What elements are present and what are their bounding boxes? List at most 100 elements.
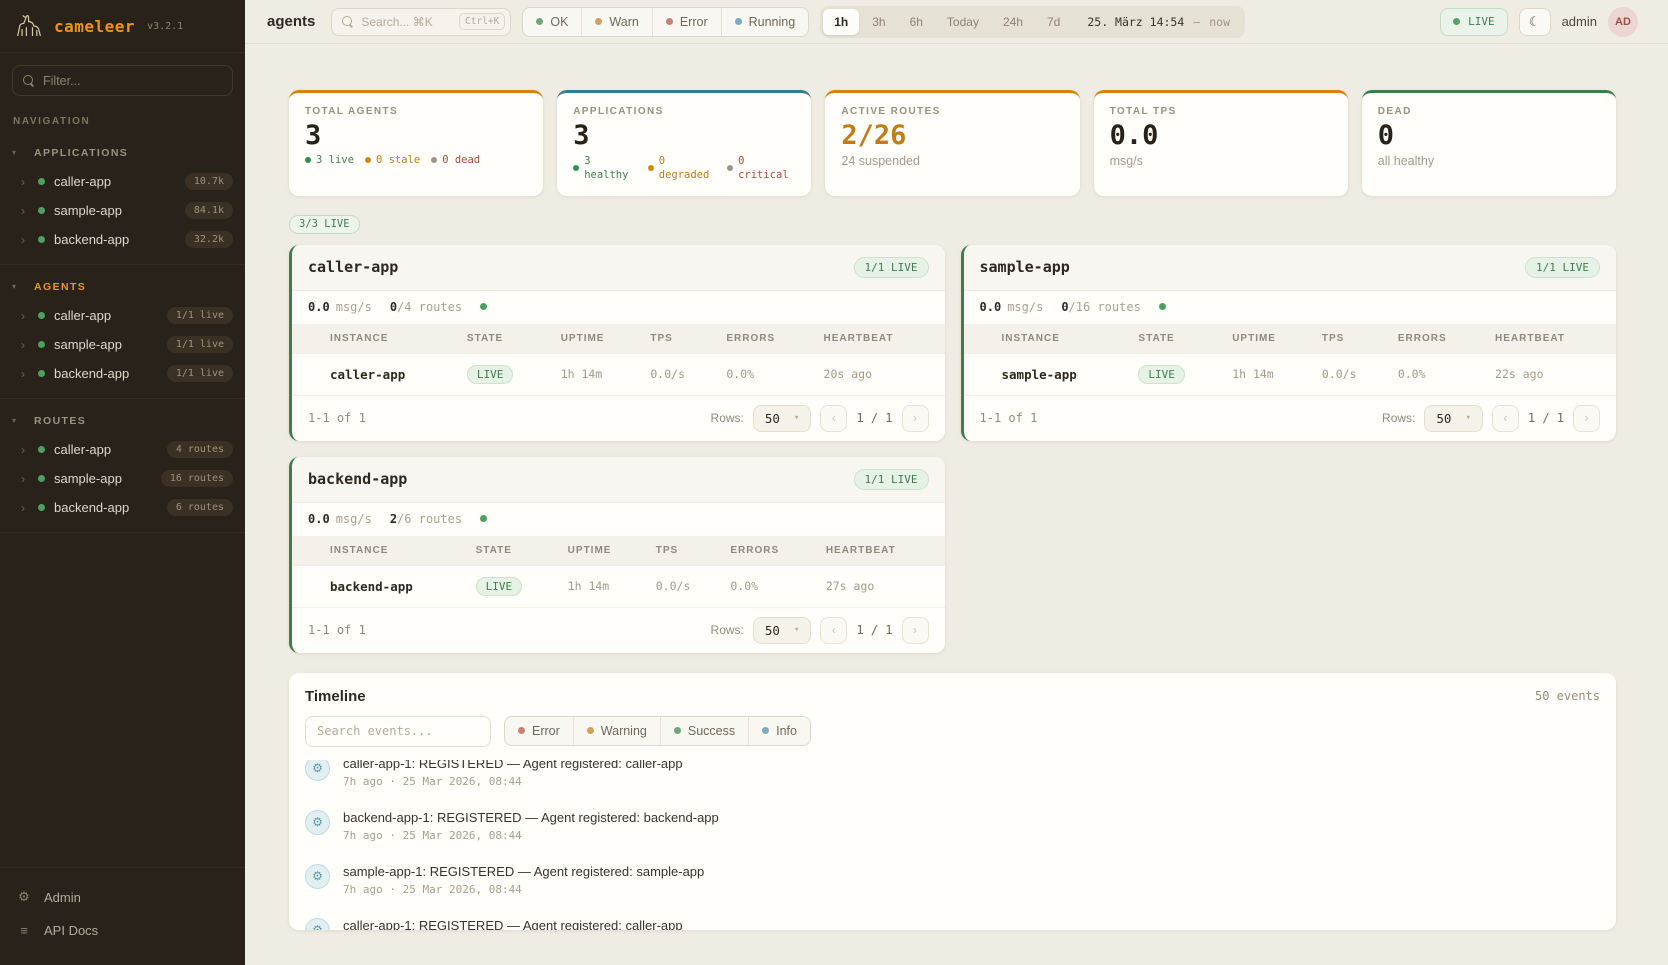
timeline-filter-warning[interactable]: Warning: [573, 717, 660, 745]
timeline-card: Timeline 50 events Error Warning: [289, 673, 1616, 930]
stat-label: APPLICATIONS: [573, 106, 795, 117]
timeline-event[interactable]: ⚙ sample-app-1: REGISTERED — Agent regis…: [305, 853, 1600, 907]
prev-page-button[interactable]: ‹: [820, 617, 847, 644]
theme-toggle-button[interactable]: ☾: [1519, 8, 1551, 36]
table-row[interactable]: caller-app LIVE 1h 14m 0.0/s 0.0% 20s ag…: [292, 353, 945, 395]
navigation-label: NAVIGATION: [0, 100, 245, 131]
rows-per-page-select[interactable]: 50 ▾: [753, 405, 811, 432]
sidebar-item-sample-app[interactable]: › sample-app 1/1 live: [0, 330, 245, 359]
status-filter-error[interactable]: Error: [652, 8, 721, 36]
cell-tps: 0.0/s: [642, 353, 718, 395]
tps-unit: msg/s: [1007, 300, 1043, 314]
search-icon: [23, 75, 35, 87]
caret-down-icon: ▾: [12, 149, 16, 157]
live-dot: [1453, 18, 1460, 25]
timeline-filter-label: Info: [776, 724, 797, 738]
time-range-24h[interactable]: 24h: [992, 9, 1034, 35]
routes-total: /16 routes: [1069, 300, 1141, 314]
tps-value: 0.0: [980, 300, 1002, 314]
global-search-input[interactable]: [361, 15, 447, 29]
routes-total: /4 routes: [397, 300, 462, 314]
sidebar: cameleer v3.2.1 NAVIGATION ▾ APPLICATION…: [0, 0, 245, 965]
status-filter-running[interactable]: Running: [721, 8, 809, 36]
chevron-right-icon: ›: [913, 623, 917, 637]
section-label: APPLICATIONS: [34, 147, 128, 159]
chevron-right-icon: ›: [21, 339, 29, 351]
time-range-3h[interactable]: 3h: [861, 9, 896, 35]
sidebar-footer: ⚙ Admin ≡ API Docs: [0, 867, 245, 965]
timeline-filter-success[interactable]: Success: [660, 717, 748, 745]
sidebar-item-caller-app[interactable]: › caller-app 1/1 live: [0, 301, 245, 330]
gear-event-icon: ⚙: [305, 810, 330, 835]
chevron-right-icon: ›: [21, 444, 29, 456]
table-row[interactable]: backend-app LIVE 1h 14m 0.0/s 0.0% 27s a…: [292, 565, 945, 607]
sidebar-item-sample-app[interactable]: › sample-app 84.1k: [0, 196, 245, 225]
prev-page-button[interactable]: ‹: [820, 405, 847, 432]
agent-card-caller-app: caller-app 1/1 LIVE 0.0 msg/s 0 /4 route…: [289, 245, 945, 441]
sidebar-item-backend-app[interactable]: › backend-app 32.2k: [0, 225, 245, 254]
item-badge: 84.1k: [185, 202, 233, 219]
rows-label: Rows:: [711, 411, 744, 425]
footer-item-label: Admin: [44, 890, 81, 905]
time-range-6h[interactable]: 6h: [899, 9, 934, 35]
timeline-event-list[interactable]: ⚙ caller-app-1: REGISTERED — Agent regis…: [289, 760, 1616, 930]
main-content: TOTAL AGENTS 3 3 live 0 stale 0 dead APP…: [245, 44, 1668, 965]
brand-name: cameleer: [54, 17, 135, 36]
chevron-left-icon: ‹: [832, 411, 836, 425]
error-status-dot: [518, 727, 525, 734]
stat-value: 2/26: [841, 120, 1063, 151]
sidebar-item-backend-app[interactable]: › backend-app 1/1 live: [0, 359, 245, 388]
time-separator: —: [1193, 15, 1200, 29]
sidebar-section-routes: ▾ ROUTES › caller-app 4 routes › sample-…: [0, 399, 245, 533]
table-row[interactable]: sample-app LIVE 1h 14m 0.0/s 0.0% 22s ag…: [964, 353, 1617, 395]
time-range-today[interactable]: Today: [936, 9, 990, 35]
status-filter-ok[interactable]: OK: [523, 8, 581, 36]
live-badge-label: LIVE: [1468, 15, 1495, 28]
time-range-1h[interactable]: 1h: [823, 9, 859, 35]
time-range-7d[interactable]: 7d: [1036, 9, 1071, 35]
section-header-applications[interactable]: ▾ APPLICATIONS: [0, 139, 245, 167]
cell-errors: 0.0%: [718, 353, 815, 395]
section-header-routes[interactable]: ▾ ROUTES: [0, 407, 245, 435]
time-range-display: 25. März 14:54 — now: [1073, 15, 1242, 29]
column-heartbeat: HEARTBEAT: [816, 324, 945, 354]
timeline-filter-info[interactable]: Info: [748, 717, 810, 745]
stat-value: 3: [305, 120, 527, 151]
status-filter-warn[interactable]: Warn: [581, 8, 651, 36]
sidebar-item-backend-app[interactable]: › backend-app 6 routes: [0, 493, 245, 522]
column-heartbeat: HEARTBEAT: [1487, 324, 1616, 354]
timeline-event-count: 50 events: [1535, 689, 1600, 703]
next-page-button[interactable]: ›: [902, 405, 929, 432]
page-indicator: 1 / 1: [856, 623, 892, 637]
section-header-agents[interactable]: ▾ AGENTS: [0, 273, 245, 301]
row-range: 1-1 of 1: [308, 411, 366, 425]
info-status-dot: [762, 727, 769, 734]
column-state: STATE: [1130, 324, 1224, 354]
sidebar-item-sample-app[interactable]: › sample-app 16 routes: [0, 464, 245, 493]
username: admin: [1562, 14, 1597, 29]
timeline-event[interactable]: ⚙ backend-app-1: REGISTERED — Agent regi…: [305, 799, 1600, 853]
next-page-button[interactable]: ›: [1573, 405, 1600, 432]
avatar[interactable]: AD: [1608, 7, 1638, 37]
stat-subtext: msg/s: [1110, 154, 1332, 168]
timeline-filter-error[interactable]: Error: [505, 717, 573, 745]
instances-table: INSTANCE STATE UPTIME TPS ERRORS HEARTBE…: [292, 536, 945, 607]
cell-instance: caller-app: [322, 353, 459, 395]
chevron-right-icon: ›: [21, 234, 29, 246]
timeline-event[interactable]: ⚙ caller-app-1: REGISTERED — Agent regis…: [305, 760, 1600, 799]
sidebar-item-caller-app[interactable]: › caller-app 10.7k: [0, 167, 245, 196]
prev-page-button[interactable]: ‹: [1492, 405, 1519, 432]
next-page-button[interactable]: ›: [902, 617, 929, 644]
rows-per-page-select[interactable]: 50 ▾: [1424, 405, 1482, 432]
sidebar-item-caller-app[interactable]: › caller-app 4 routes: [0, 435, 245, 464]
sidebar-item-admin[interactable]: ⚙ Admin: [0, 880, 245, 914]
stat-card-applications: APPLICATIONS 3 3 healthy 0 degraded 0 cr…: [557, 90, 811, 196]
sidebar-item-api-docs[interactable]: ≡ API Docs: [0, 914, 245, 947]
instances-table: INSTANCE STATE UPTIME TPS ERRORS HEARTBE…: [964, 324, 1617, 395]
timeline-event[interactable]: ⚙ caller-app-1: REGISTERED — Agent regis…: [305, 907, 1600, 930]
status-filter-label: OK: [550, 15, 568, 29]
rows-per-page-select[interactable]: 50 ▾: [753, 617, 811, 644]
sidebar-section-agents: ▾ AGENTS › caller-app 1/1 live › sample-…: [0, 265, 245, 399]
sidebar-filter-input[interactable]: [43, 74, 222, 88]
timeline-search-input[interactable]: [317, 724, 479, 738]
